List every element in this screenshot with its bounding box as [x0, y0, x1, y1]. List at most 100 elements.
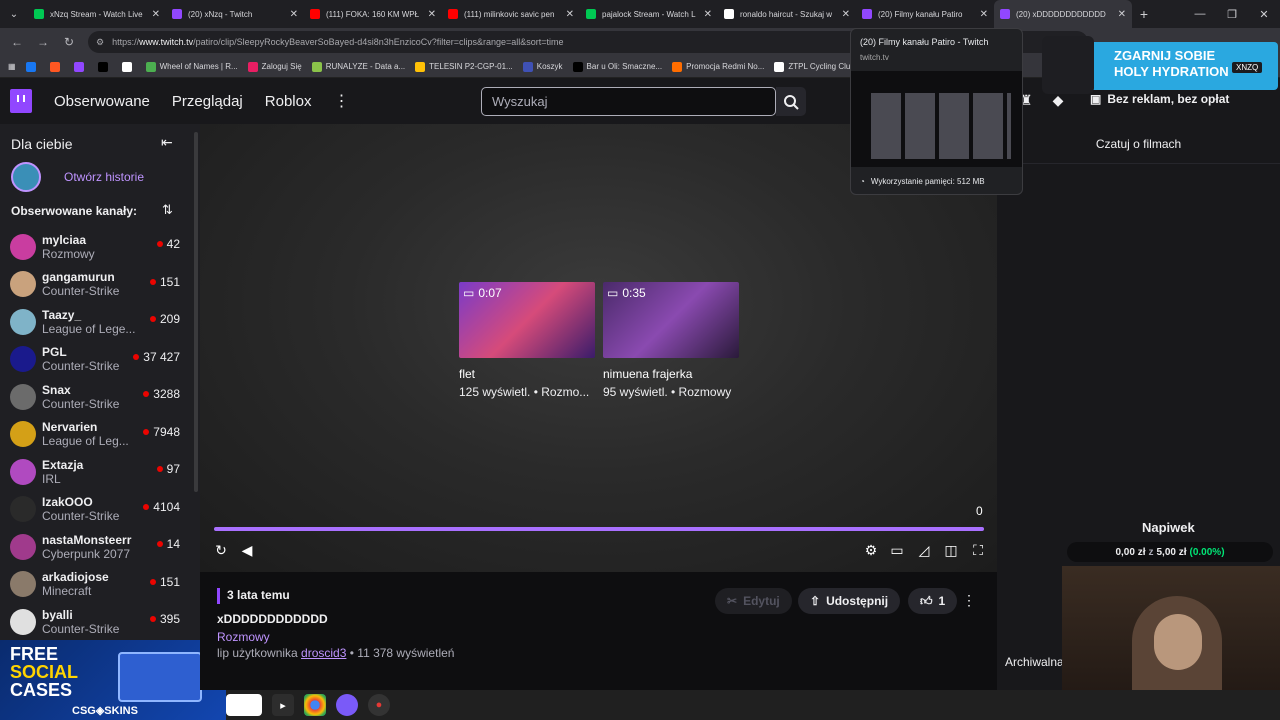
close-tab-icon[interactable]: ✕	[1118, 9, 1126, 20]
volume-icon[interactable]: ◀	[238, 542, 256, 558]
more-options-icon[interactable]: ⋮	[962, 592, 976, 609]
nav-browse[interactable]: Przeglądaj	[172, 93, 243, 110]
bookmark-item[interactable]: Zaloguj Się	[247, 61, 302, 72]
bookmark-item[interactable]: Promocja Redmi No...	[672, 61, 764, 72]
chrome-icon[interactable]	[304, 694, 326, 716]
restore-icon[interactable]: ❐	[1216, 0, 1248, 28]
clipper-user-link[interactable]: droscid3	[301, 646, 346, 660]
forward-icon[interactable]: →	[32, 31, 54, 53]
sidebar-toggle-icon[interactable]: ◫	[942, 542, 960, 558]
browser-tab[interactable]: (20) xDDDDDDDDDDDD ✕	[994, 0, 1132, 28]
clip-main-title: xDDDDDDDDDDDD	[217, 612, 328, 626]
sidebar-channel-item[interactable]: arkadiojose Minecraft 151	[0, 566, 200, 604]
sidebar-channel-item[interactable]: PGL Counter-Strike 37 427	[0, 341, 200, 379]
bookmark-item[interactable]: ZTPL Cycling Club	[774, 61, 855, 72]
clip-title[interactable]: nimuena frajerka	[603, 367, 739, 381]
bookmark-item[interactable]	[97, 61, 112, 72]
avatar[interactable]	[11, 162, 41, 192]
close-tab-icon[interactable]: ✕	[428, 9, 436, 20]
clip-info-panel: 3 lata temu xDDDDDDDDDDDD Rozmowy lip uż…	[200, 572, 997, 690]
bookmark-item[interactable]	[25, 61, 40, 72]
back-icon[interactable]: ←	[6, 31, 28, 53]
avatar	[10, 308, 36, 335]
live-dot-icon	[133, 353, 140, 360]
bookmark-item[interactable]	[73, 61, 88, 72]
discord-icon[interactable]	[336, 694, 358, 716]
clip-title[interactable]: flet	[459, 367, 595, 381]
ad-banner[interactable]: FREE SOCIAL CASES CSG◈SKINS	[0, 640, 226, 720]
browser-tab[interactable]: (111) milinkovic savic pen ✕	[442, 0, 580, 28]
sidebar-channel-item[interactable]: gangamurun Counter-Strike 151	[0, 266, 200, 304]
ad-free-button[interactable]: ▣ Bez reklam, bez opłat	[1090, 92, 1229, 106]
close-tab-icon[interactable]: ✕	[704, 9, 712, 20]
share-button[interactable]: ⇧ Udostępnij	[798, 588, 901, 614]
bookmark-item[interactable]	[49, 61, 64, 72]
tab-hover-title: (20) Filmy kanału Patiro - Twitch	[860, 37, 989, 47]
search-button[interactable]	[776, 87, 806, 116]
site-settings-icon[interactable]: ⚙	[96, 37, 104, 48]
clip-thumbnail[interactable]: ▭ 0:35	[603, 282, 739, 358]
recommended-clip[interactable]: ▭ 0:35 nimuena frajerka 95 wyświetl. • Ro…	[603, 282, 739, 399]
bookmark-item[interactable]: Bar u Oli: Smaczne...	[572, 61, 662, 72]
bookmark-favicon	[145, 61, 156, 72]
sort-icon[interactable]: ⇅	[162, 202, 173, 218]
fullscreen-icon[interactable]: ⛶	[969, 542, 987, 558]
clip-icon: ▭	[463, 286, 475, 300]
twitch-logo-icon[interactable]	[10, 89, 32, 113]
sidebar-channel-item[interactable]: Nervarien League of Leg... 7948	[0, 416, 200, 454]
clip-thumbnail[interactable]: ▭ 0:07	[459, 282, 595, 358]
browser-tab[interactable]: (111) FOKA: 160 KM WPŁ ✕	[304, 0, 442, 28]
sidebar-channel-item[interactable]: nastaMonsteerr Cyberpunk 2077 14	[0, 528, 200, 566]
theatre-mode-icon[interactable]: ▭	[888, 542, 906, 558]
close-tab-icon[interactable]: ✕	[290, 9, 298, 20]
recorder-icon[interactable]: ●	[368, 694, 390, 716]
like-button[interactable]: 👍︎ 1	[908, 588, 958, 614]
os-taskbar: ▸ ●	[226, 690, 1280, 720]
replay-icon[interactable]: ↻	[212, 542, 230, 558]
open-history-link[interactable]: Otwórz historie	[64, 170, 144, 184]
more-menu-icon[interactable]: ⋮	[333, 91, 349, 111]
terminal-icon[interactable]: ▸	[272, 694, 294, 716]
browser-tab[interactable]: (20) Filmy kanału Patiro ✕	[856, 0, 994, 28]
sidebar-channel-item[interactable]: Snax Counter-Strike 3288	[0, 378, 200, 416]
new-tab-button[interactable]: +	[1132, 6, 1156, 22]
bookmark-item[interactable]: TELESIN P2-CGP-01...	[415, 61, 513, 72]
reload-icon[interactable]: ↻	[58, 31, 80, 53]
sidebar-channel-item[interactable]: IzakOOO Counter-Strike 4104	[0, 491, 200, 529]
close-tab-icon[interactable]: ✕	[842, 9, 850, 20]
recommended-clip[interactable]: ▭ 0:07 flet 125 wyświetl. • Rozmo...	[459, 282, 595, 399]
sponsor-ad[interactable]: ZGARNIJ SOBIE HOLY HYDRATION XNZQ	[1030, 36, 1280, 94]
channel-category: Counter-Strike	[42, 284, 120, 299]
browser-tab[interactable]: xNzq Stream - Watch Live ✕	[28, 0, 166, 28]
search-input[interactable]: Wyszukaj	[481, 87, 776, 116]
cast-icon[interactable]: ◿	[915, 542, 933, 558]
sidebar-channel-item[interactable]: Taazy_ League of Lege... 209	[0, 303, 200, 341]
tab-list-dropdown-icon[interactable]: ⌄	[0, 0, 28, 28]
sidebar-channel-item[interactable]: Extazja IRL 97	[0, 453, 200, 491]
sidebar-channel-item[interactable]: mylciaa Rozmowy 42	[0, 228, 200, 266]
browser-tab[interactable]: pajalock Stream - Watch L ✕	[580, 0, 718, 28]
progress-bar[interactable]	[214, 527, 984, 531]
close-tab-icon[interactable]: ✕	[566, 9, 574, 20]
browser-tab[interactable]: ronaldo haircut - Szukaj w ✕	[718, 0, 856, 28]
edit-button[interactable]: ✂ Edytuj	[715, 588, 792, 614]
bookmark-item[interactable]	[121, 61, 136, 72]
sidebar-scrollbar[interactable]	[194, 132, 198, 492]
minimize-icon[interactable]: —	[1184, 0, 1216, 28]
browser-tab[interactable]: (20) xNzq - Twitch ✕	[166, 0, 304, 28]
sidebar-channel-item[interactable]: byalli Counter-Strike 395	[0, 603, 200, 640]
bookmark-item[interactable]: Wheel of Names | R...	[145, 61, 238, 72]
diamond-icon[interactable]: ◆	[1053, 92, 1064, 109]
bookmark-item[interactable]: RUNALYZE - Data a...	[311, 61, 405, 72]
close-tab-icon[interactable]: ✕	[152, 9, 160, 20]
clip-category-link[interactable]: Rozmowy	[217, 630, 270, 644]
apps-grid-icon[interactable]: ▦	[8, 62, 16, 71]
close-tab-icon[interactable]: ✕	[980, 9, 988, 20]
settings-gear-icon[interactable]: ⚙	[862, 542, 880, 558]
bookmark-item[interactable]: Koszyk	[522, 61, 563, 72]
nav-roblox[interactable]: Roblox	[265, 93, 312, 110]
close-window-icon[interactable]: ✕	[1248, 0, 1280, 28]
nav-following[interactable]: Obserwowane	[54, 93, 150, 110]
collapse-sidebar-icon[interactable]: ⇤	[161, 134, 173, 151]
taskbar-blank-app[interactable]	[226, 694, 262, 716]
